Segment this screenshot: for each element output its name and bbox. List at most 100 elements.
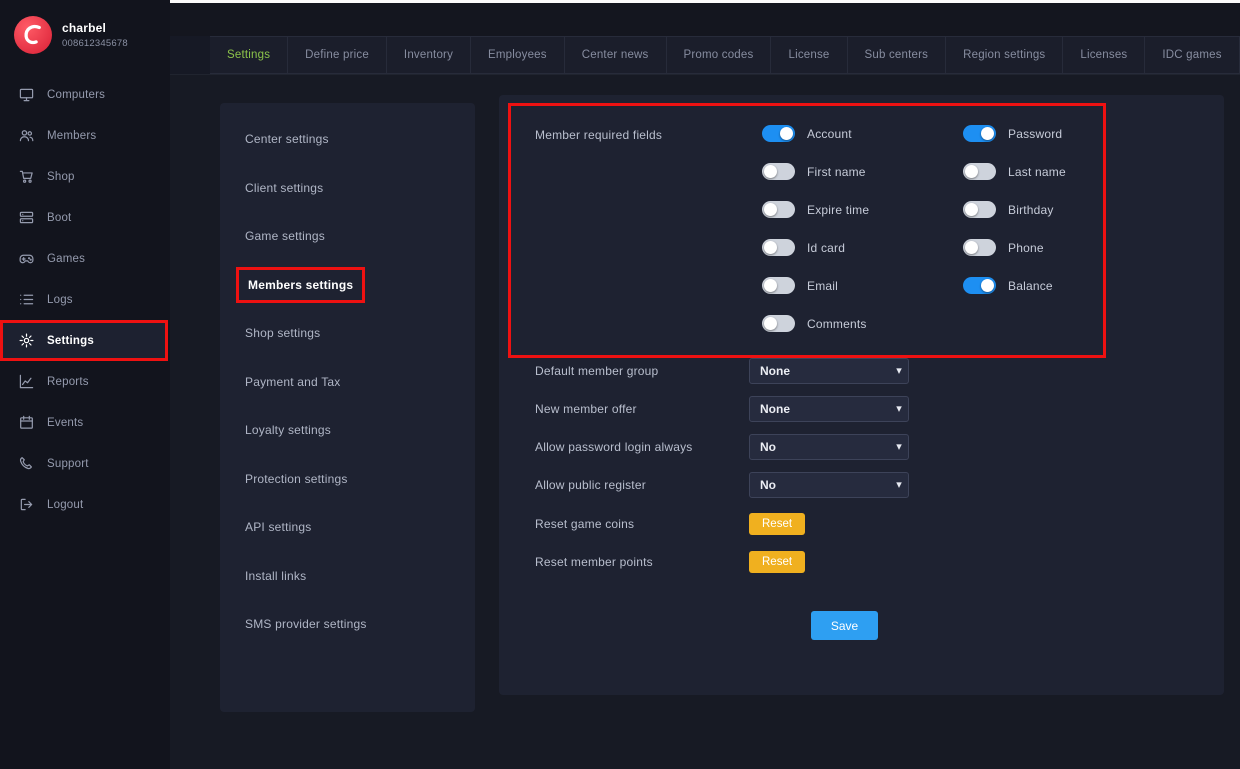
- toggle-label: Id card: [807, 241, 845, 255]
- toggle-switch[interactable]: [963, 125, 996, 142]
- toggle-switch[interactable]: [762, 201, 795, 218]
- toggle-row: Id card: [762, 236, 963, 259]
- form-row: Default member group None ▾: [535, 358, 909, 384]
- toggle-switch[interactable]: [762, 315, 795, 332]
- subnav-item[interactable]: API settings: [220, 503, 475, 552]
- field-label: Allow password login always: [535, 440, 749, 454]
- select-wrap: None ▾: [749, 358, 909, 384]
- tab-bar: Settings Define price Inventory Employee…: [170, 36, 1240, 75]
- toggle-row: Email: [762, 274, 963, 297]
- toggle-row: Expire time: [762, 198, 963, 221]
- subnav-item[interactable]: Loyalty settings: [220, 406, 475, 455]
- user-name: charbel: [62, 21, 128, 35]
- toggle-switch[interactable]: [963, 163, 996, 180]
- field-label: Allow public register: [535, 478, 749, 492]
- subnav-item[interactable]: Center settings: [220, 115, 475, 164]
- tab[interactable]: Inventory: [387, 36, 471, 74]
- tab[interactable]: Licenses: [1063, 36, 1145, 74]
- reset-rows: Reset game coins Reset Reset member poin…: [535, 512, 909, 574]
- sidebar-item[interactable]: Members: [0, 115, 170, 156]
- toggle-switch[interactable]: [963, 239, 996, 256]
- boot-icon: [19, 210, 34, 225]
- members-icon: [19, 128, 34, 143]
- tab[interactable]: License: [771, 36, 847, 74]
- settings-subnav: Center settings Client settings Game set…: [220, 103, 475, 712]
- sidebar-item[interactable]: Reports: [0, 361, 170, 402]
- sidebar-item[interactable]: Computers: [0, 74, 170, 115]
- subnav-item[interactable]: Game settings: [220, 212, 475, 261]
- toggle-row: Password: [963, 122, 1066, 145]
- form-row: Allow public register No ▾: [535, 472, 909, 498]
- subnav-item[interactable]: Shop settings: [220, 309, 475, 358]
- field-label: New member offer: [535, 402, 749, 416]
- select-wrap: None ▾: [749, 396, 909, 422]
- dropdown-select[interactable]: None: [749, 396, 909, 422]
- tab[interactable]: Region settings: [946, 36, 1063, 74]
- toggle-label: Balance: [1008, 279, 1053, 293]
- sidebar-item[interactable]: Events: [0, 402, 170, 443]
- tab[interactable]: Settings: [210, 36, 288, 74]
- sidebar-item[interactable]: Logs: [0, 279, 170, 320]
- toggle-row: Phone: [963, 236, 1066, 259]
- toggle-switch[interactable]: [762, 277, 795, 294]
- tab[interactable]: Employees: [471, 36, 565, 74]
- top-bar: [170, 3, 1240, 36]
- dropdown-select[interactable]: None: [749, 358, 909, 384]
- toggle-switch[interactable]: [963, 277, 996, 294]
- subnav-item[interactable]: Install links: [220, 552, 475, 601]
- user-info: charbel 008612345678: [62, 21, 128, 49]
- save-button[interactable]: Save: [811, 611, 878, 640]
- tab[interactable]: Promo codes: [667, 36, 772, 74]
- toggle-switch[interactable]: [762, 163, 795, 180]
- toggle-row: Last name: [963, 160, 1066, 183]
- tab[interactable]: Sub centers: [848, 36, 947, 74]
- toggle-switch[interactable]: [963, 201, 996, 218]
- avatar: [14, 16, 52, 54]
- select-wrap: No ▾: [749, 472, 909, 498]
- user-profile: charbel 008612345678: [0, 0, 170, 72]
- member-settings-form: Default member group None ▾ New member o…: [535, 358, 909, 588]
- dropdown-select[interactable]: No: [749, 434, 909, 460]
- required-fields-toggles: Account Password First name Last name Ex…: [762, 122, 1066, 335]
- subnav-item[interactable]: SMS provider settings: [220, 600, 475, 649]
- reset-button[interactable]: Reset: [749, 551, 805, 573]
- field-label: Reset member points: [535, 555, 749, 569]
- toggle-label: Email: [807, 279, 838, 293]
- sidebar: charbel 008612345678 Computers Members S…: [0, 0, 170, 769]
- subnav-item[interactable]: Members settings: [220, 261, 475, 310]
- tab[interactable]: IDC games: [1145, 36, 1239, 74]
- reset-row: Reset member points Reset: [535, 550, 909, 574]
- form-row: New member offer None ▾: [535, 396, 909, 422]
- tab[interactable]: Center news: [565, 36, 667, 74]
- sidebar-item[interactable]: Shop: [0, 156, 170, 197]
- members-settings-panel: Member required fields Account Password …: [499, 95, 1224, 695]
- support-icon: [19, 456, 34, 471]
- toggle-row: Birthday: [963, 198, 1066, 221]
- member-required-fields-label: Member required fields: [535, 128, 662, 142]
- toggle-row: Comments: [762, 312, 963, 335]
- field-label: Default member group: [535, 364, 749, 378]
- sidebar-item[interactable]: Games: [0, 238, 170, 279]
- sidebar-item[interactable]: Logout: [0, 484, 170, 525]
- sidebar-item[interactable]: Settings: [0, 320, 168, 361]
- toggle-row: Balance: [963, 274, 1066, 297]
- reports-icon: [19, 374, 34, 389]
- tab[interactable]: Define price: [288, 36, 387, 74]
- toggle-label: Account: [807, 127, 852, 141]
- computers-icon: [19, 87, 34, 102]
- sidebar-item[interactable]: Boot: [0, 197, 170, 238]
- toggle-row: Account: [762, 122, 963, 145]
- toggle-switch[interactable]: [762, 239, 795, 256]
- toggle-switch[interactable]: [762, 125, 795, 142]
- field-label: Reset game coins: [535, 517, 749, 531]
- dropdown-select[interactable]: No: [749, 472, 909, 498]
- toggle-label: First name: [807, 165, 866, 179]
- toggle-label: Expire time: [807, 203, 869, 217]
- subnav-item[interactable]: Protection settings: [220, 455, 475, 504]
- subnav-item[interactable]: Payment and Tax: [220, 358, 475, 407]
- user-id: 008612345678: [62, 38, 128, 49]
- sidebar-item[interactable]: Support: [0, 443, 170, 484]
- reset-button[interactable]: Reset: [749, 513, 805, 535]
- subnav-item[interactable]: Client settings: [220, 164, 475, 213]
- select-wrap: No ▾: [749, 434, 909, 460]
